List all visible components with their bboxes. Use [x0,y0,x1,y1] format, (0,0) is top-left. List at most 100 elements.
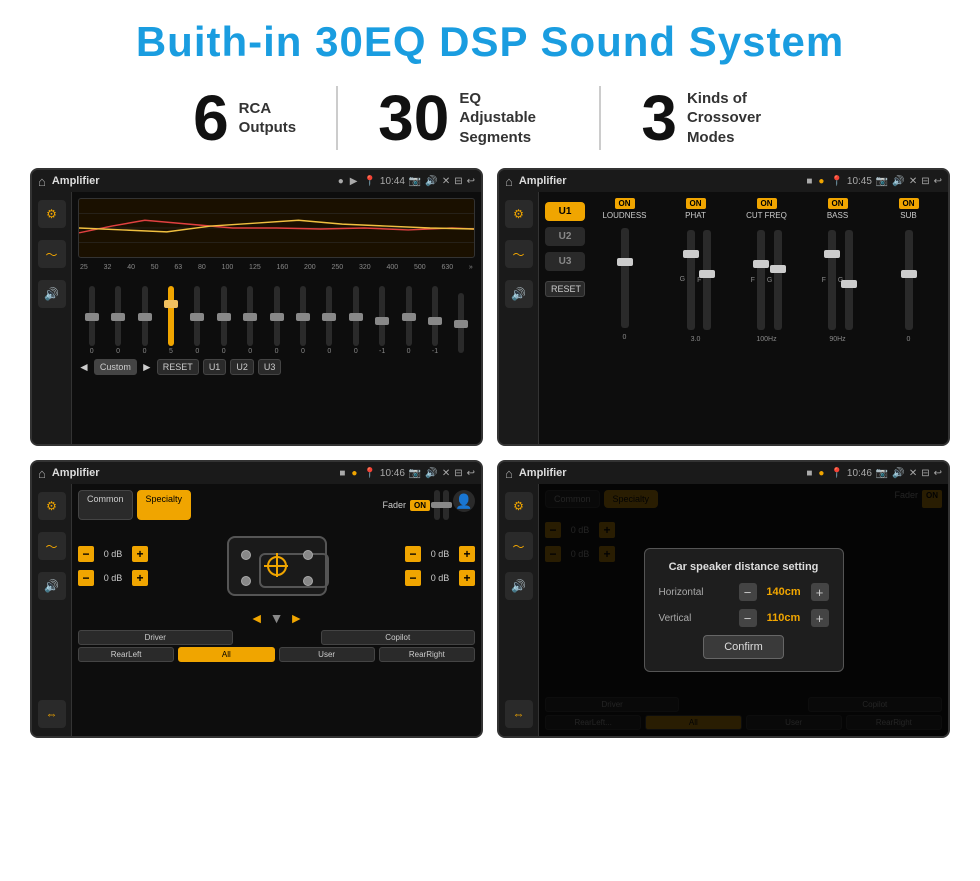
eq-slider-4[interactable]: 5 [159,286,182,355]
u3-select[interactable]: U3 [545,252,585,271]
sub-on[interactable]: ON [899,198,919,209]
phat-on[interactable]: ON [686,198,706,209]
bass-slider-g[interactable] [845,230,853,330]
eq-slider-11[interactable]: 0 [344,286,367,355]
sub-module: ON SUB 0 [875,198,942,438]
confirm-button[interactable]: Confirm [703,635,784,659]
eq-slider-3[interactable]: 0 [133,286,156,355]
db-minus-4[interactable]: − [405,570,421,586]
eq-slider-2[interactable]: 0 [106,286,129,355]
fader-sidebar: ⚙ 〜 🔊 ⇔ [32,484,72,736]
u2-select[interactable]: U2 [545,227,585,246]
cutfreq-slider-g[interactable] [774,230,782,330]
nav-left[interactable]: ◄ [250,610,264,626]
eq-slider-14[interactable]: -1 [423,286,446,355]
stat-rca: 6 RCAOutputs [153,86,338,150]
crossover-filter-btn[interactable]: ⚙ [505,200,533,228]
tab-specialty[interactable]: Specialty [137,490,192,520]
sub-slider[interactable] [905,230,913,330]
home-icon-4[interactable]: ⌂ [505,466,513,481]
phat-slider-f[interactable] [703,230,711,330]
home-icon[interactable]: ⌂ [38,174,46,189]
distance-filter-btn[interactable]: ⚙ [505,492,533,520]
bass-slider-f[interactable] [828,230,836,330]
u1-btn[interactable]: U1 [203,359,227,375]
prev-btn[interactable]: ◄ [78,360,90,374]
copilot-btn[interactable]: Copilot [321,630,476,645]
db-plus-3[interactable]: + [459,546,475,562]
horizontal-minus[interactable]: − [739,583,757,601]
cutfreq-slider-f[interactable] [757,230,765,330]
eq-filter-btn[interactable]: ⚙ [38,200,66,228]
u3-btn[interactable]: U3 [258,359,282,375]
stats-row: 6 RCAOutputs 30 EQ AdjustableSegments 3 … [0,76,980,164]
eq-sidebar: ⚙ 〜 🔊 [32,192,72,444]
eq-slider-10[interactable]: 0 [318,286,341,355]
rearright-btn[interactable]: RearRight [379,647,475,662]
distance-vol-btn[interactable]: 🔊 [505,572,533,600]
fader-filter-btn[interactable]: ⚙ [38,492,66,520]
user-btn[interactable]: User [279,647,375,662]
eq-slider-8[interactable]: 0 [265,286,288,355]
eq-wave-btn[interactable]: 〜 [38,240,66,268]
fader-on-badge[interactable]: ON [410,500,430,511]
horizontal-plus[interactable]: + [811,583,829,601]
dot-icon-3: ● [818,176,824,187]
eq-slider-13[interactable]: 0 [397,286,420,355]
db-plus-1[interactable]: + [132,546,148,562]
eq-slider-7[interactable]: 0 [238,286,261,355]
home-icon-2[interactable]: ⌂ [505,174,513,189]
eq-slider-1[interactable]: 0 [80,286,103,355]
db-plus-4[interactable]: + [459,570,475,586]
fader-wave-btn[interactable]: 〜 [38,532,66,560]
fader-slider-2[interactable] [443,490,449,520]
loudness-slider[interactable] [621,228,629,328]
db-plus-2[interactable]: + [132,570,148,586]
all-btn[interactable]: All [178,647,274,662]
db-minus-3[interactable]: − [405,546,421,562]
custom-btn[interactable]: Custom [94,359,137,375]
eq-app-name: Amplifier [52,175,332,187]
fader-label: Fader [382,500,406,510]
fader-arrow-btn[interactable]: ⇔ [38,700,66,728]
crossover-wave-btn[interactable]: 〜 [505,240,533,268]
distance-wave-btn[interactable]: 〜 [505,532,533,560]
reset-btn[interactable]: RESET [157,359,199,375]
eq-slider-6[interactable]: 0 [212,286,235,355]
db-minus-2[interactable]: − [78,570,94,586]
nav-down[interactable]: ▼ [270,610,284,626]
driver-btn[interactable]: Driver [78,630,233,645]
loudness-on[interactable]: ON [615,198,635,209]
bottom-buttons-2: RearLeft All User RearRight [78,647,475,662]
back-icon-3: ↩ [467,468,475,479]
person-icon: 👤 [453,490,475,512]
eq-speaker-btn[interactable]: 🔊 [38,280,66,308]
eq-slider-12[interactable]: -1 [370,286,393,355]
crosshair[interactable] [267,556,287,576]
camera-icon-4: 📷 [876,468,888,479]
eq-slider-9[interactable]: 0 [291,286,314,355]
nav-right[interactable]: ► [289,610,303,626]
x-icon: ✕ [442,176,450,187]
rearleft-btn[interactable]: RearLeft [78,647,174,662]
vertical-plus[interactable]: + [811,609,829,627]
crossover-speaker-btn[interactable]: 🔊 [505,280,533,308]
distance-arrow-btn[interactable]: ⇔ [505,700,533,728]
bass-on[interactable]: ON [828,198,848,209]
cutfreq-on[interactable]: ON [757,198,777,209]
vertical-minus[interactable]: − [739,609,757,627]
tab-common[interactable]: Common [78,490,133,520]
u2-btn[interactable]: U2 [230,359,254,375]
crossover-app-name: Amplifier [519,175,800,187]
db-minus-1[interactable]: − [78,546,94,562]
next-btn[interactable]: ► [141,360,153,374]
crossover-reset[interactable]: RESET [545,281,585,297]
screenshots-grid: ⌂ Amplifier ● ▶ 📍 10:44 📷 🔊 ✕ ⊟ ↩ ⚙ 〜 🔊 [0,164,980,752]
fader-vol-btn[interactable]: 🔊 [38,572,66,600]
u1-select[interactable]: U1 [545,202,585,221]
phat-slider-g[interactable] [687,230,695,330]
eq-graph [78,198,475,258]
eq-slider-15[interactable] [450,293,473,355]
home-icon-3[interactable]: ⌂ [38,466,46,481]
eq-slider-5[interactable]: 0 [186,286,209,355]
